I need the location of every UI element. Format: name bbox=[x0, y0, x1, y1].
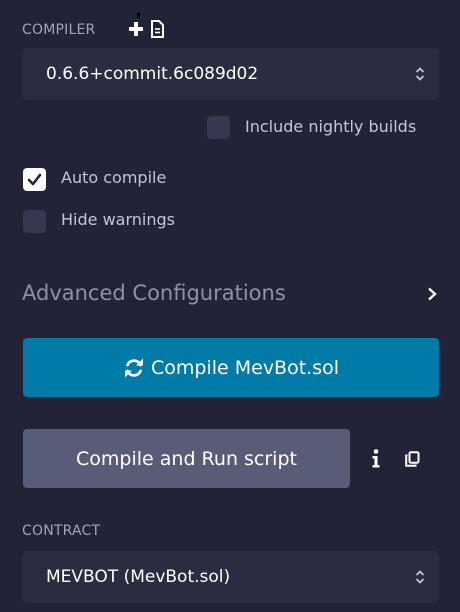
hide-warnings-checkbox[interactable] bbox=[23, 210, 46, 233]
checkmark-icon bbox=[27, 173, 42, 186]
hide-warnings-label: Hide warnings bbox=[61, 210, 175, 229]
nightly-builds-checkbox[interactable] bbox=[207, 116, 230, 139]
file-icon[interactable] bbox=[150, 20, 164, 38]
auto-compile-checkbox[interactable] bbox=[23, 168, 46, 191]
solidity-compiler-panel: COMPILER 0.6.6+commit.6c089d02 Include n… bbox=[0, 0, 460, 612]
cursor-mark bbox=[137, 13, 140, 18]
info-icon[interactable] bbox=[371, 449, 381, 468]
contract-label: CONTRACT bbox=[22, 523, 101, 539]
auto-compile-label: Auto compile bbox=[61, 168, 167, 187]
copy-icon[interactable] bbox=[405, 451, 420, 467]
compile-and-run-button[interactable]: Compile and Run script bbox=[23, 429, 350, 488]
plus-icon[interactable] bbox=[128, 20, 144, 38]
compile-button-label: Compile MevBot.sol bbox=[150, 356, 340, 379]
compiler-label: COMPILER bbox=[22, 22, 96, 38]
advanced-configurations-toggle[interactable]: Advanced Configurations bbox=[0, 272, 460, 316]
compile-and-run-label: Compile and Run script bbox=[76, 447, 297, 470]
chevron-right-icon bbox=[426, 286, 438, 302]
advanced-configurations-label: Advanced Configurations bbox=[22, 281, 286, 305]
refresh-icon bbox=[123, 357, 145, 379]
nightly-builds-label: Include nightly builds bbox=[245, 117, 417, 136]
contract-select-value: MEVBOT (MevBot.sol) bbox=[46, 567, 231, 587]
contract-select[interactable]: MEVBOT (MevBot.sol) bbox=[22, 551, 439, 603]
compiler-version-select[interactable]: 0.6.6+commit.6c089d02 bbox=[22, 48, 439, 100]
compile-button[interactable]: Compile MevBot.sol bbox=[23, 338, 439, 397]
select-arrows-icon bbox=[415, 66, 425, 82]
select-arrows-icon bbox=[415, 569, 425, 585]
compiler-version-value: 0.6.6+commit.6c089d02 bbox=[46, 64, 259, 84]
